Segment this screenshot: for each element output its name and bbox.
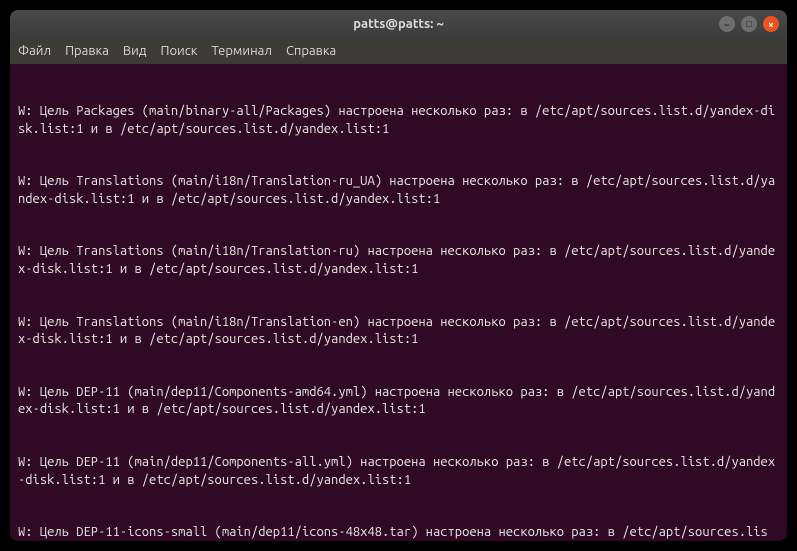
output-line: W: Цель Packages (main/binary-all/Packag… bbox=[18, 103, 779, 138]
menu-terminal[interactable]: Терминал bbox=[211, 44, 271, 58]
output-line: W: Цель DEP-11 (main/dep11/Components-am… bbox=[18, 384, 779, 419]
menu-edit[interactable]: Правка bbox=[65, 44, 109, 58]
window-title: patts@patts: ~ bbox=[353, 17, 444, 31]
output-line: W: Цель Translations (main/i18n/Translat… bbox=[18, 173, 779, 208]
menu-file[interactable]: Файл bbox=[18, 44, 51, 58]
menubar: Файл Правка Вид Поиск Терминал Справка bbox=[10, 38, 787, 64]
titlebar: patts@patts: ~ − □ × bbox=[10, 10, 787, 38]
close-button[interactable]: × bbox=[763, 16, 779, 32]
output-line: W: Цель Translations (main/i18n/Translat… bbox=[18, 243, 779, 278]
menu-search[interactable]: Поиск bbox=[160, 44, 197, 58]
output-line: W: Цель Translations (main/i18n/Translat… bbox=[18, 314, 779, 349]
menu-view[interactable]: Вид bbox=[123, 44, 147, 58]
window-controls: − □ × bbox=[719, 16, 779, 32]
output-line: W: Цель DEP-11 (main/dep11/Components-al… bbox=[18, 454, 779, 489]
maximize-button[interactable]: □ bbox=[741, 16, 757, 32]
terminal-window: patts@patts: ~ − □ × Файл Правка Вид Пои… bbox=[10, 10, 787, 541]
menu-help[interactable]: Справка bbox=[286, 44, 336, 58]
terminal-output[interactable]: W: Цель Packages (main/binary-all/Packag… bbox=[10, 64, 787, 541]
output-line: W: Цель DEP-11-icons-small (main/dep11/i… bbox=[18, 524, 779, 541]
minimize-button[interactable]: − bbox=[719, 16, 735, 32]
